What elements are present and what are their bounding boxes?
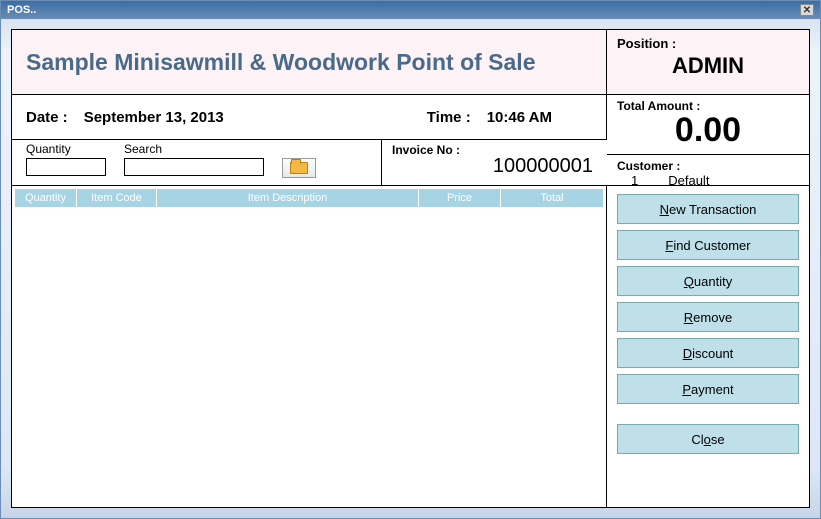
remove-button[interactable]: Remove <box>617 302 799 332</box>
quantity-label: Quantity <box>26 142 106 156</box>
content-frame: Sample Minisawmill & Woodwork Point of S… <box>11 29 810 508</box>
search-label: Search <box>124 142 264 156</box>
date-value: September 13, 2013 <box>84 109 224 126</box>
quantity-input[interactable] <box>26 158 106 176</box>
col-item-code: Item Code <box>77 189 157 207</box>
app-title: Sample Minisawmill & Woodwork Point of S… <box>26 49 535 76</box>
position-label: Position : <box>617 36 799 51</box>
grid-header-row: Quantity Item Code Item Description Pric… <box>15 189 603 207</box>
datetime-cell: Date : September 13, 2013 Time : 10:46 A… <box>12 95 607 140</box>
date-label: Date : <box>26 109 68 126</box>
position-cell: Position : ADMIN <box>607 30 809 95</box>
total-amount: 0.00 <box>607 111 809 155</box>
items-grid: Quantity Item Code Item Description Pric… <box>12 186 607 507</box>
close-button[interactable]: Close <box>617 424 799 454</box>
window-title: POS.. <box>7 4 36 16</box>
col-price: Price <box>419 189 501 207</box>
search-field-group: Search <box>124 142 264 176</box>
position-value: ADMIN <box>617 53 799 79</box>
time-label: Time : <box>427 109 471 126</box>
pos-window: POS.. ✕ Sample Minisawmill & Woodwork Po… <box>0 0 821 519</box>
qty-search-group: Quantity Search <box>12 140 382 185</box>
customer-id: 1 <box>631 173 638 188</box>
close-icon[interactable]: ✕ <box>800 4 814 16</box>
action-buttons-column: New Transaction Find Customer Quantity R… <box>607 186 809 507</box>
titlebar: POS.. ✕ <box>1 1 820 19</box>
app-title-cell: Sample Minisawmill & Woodwork Point of S… <box>12 30 607 95</box>
quantity-field-group: Quantity <box>26 142 106 176</box>
time-value: 10:46 AM <box>487 109 552 126</box>
new-transaction-button[interactable]: New Transaction <box>617 194 799 224</box>
top-grid: Sample Minisawmill & Woodwork Point of S… <box>12 30 809 186</box>
find-customer-button[interactable]: Find Customer <box>617 230 799 260</box>
qty-search-invoice-row: Quantity Search Invoice No : 100000001 <box>12 140 607 185</box>
total-cell: Total Amount : 0.00 Customer : 1 Default <box>607 95 809 185</box>
invoice-cell: Invoice No : 100000001 <box>382 140 607 185</box>
payment-button[interactable]: Payment <box>617 374 799 404</box>
invoice-number: 100000001 <box>392 155 597 178</box>
search-input[interactable] <box>124 158 264 176</box>
folder-open-icon <box>290 162 308 174</box>
col-quantity: Quantity <box>15 189 77 207</box>
discount-button[interactable]: Discount <box>617 338 799 368</box>
customer-label: Customer : <box>617 159 680 173</box>
col-total: Total <box>501 189 603 207</box>
browse-button[interactable] <box>282 158 316 178</box>
col-item-description: Item Description <box>157 189 419 207</box>
quantity-button[interactable]: Quantity <box>617 266 799 296</box>
bottom-area: Quantity Item Code Item Description Pric… <box>12 186 809 507</box>
customer-name: Default <box>668 173 709 188</box>
